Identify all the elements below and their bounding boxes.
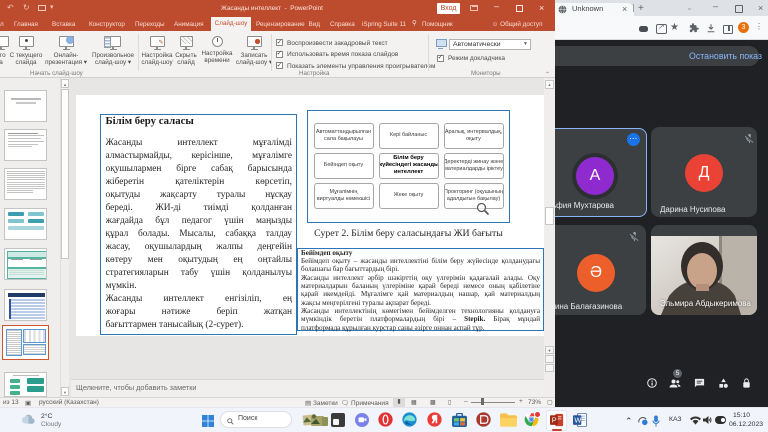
svg-text:P: P (552, 415, 557, 424)
svg-text:W: W (574, 415, 581, 424)
